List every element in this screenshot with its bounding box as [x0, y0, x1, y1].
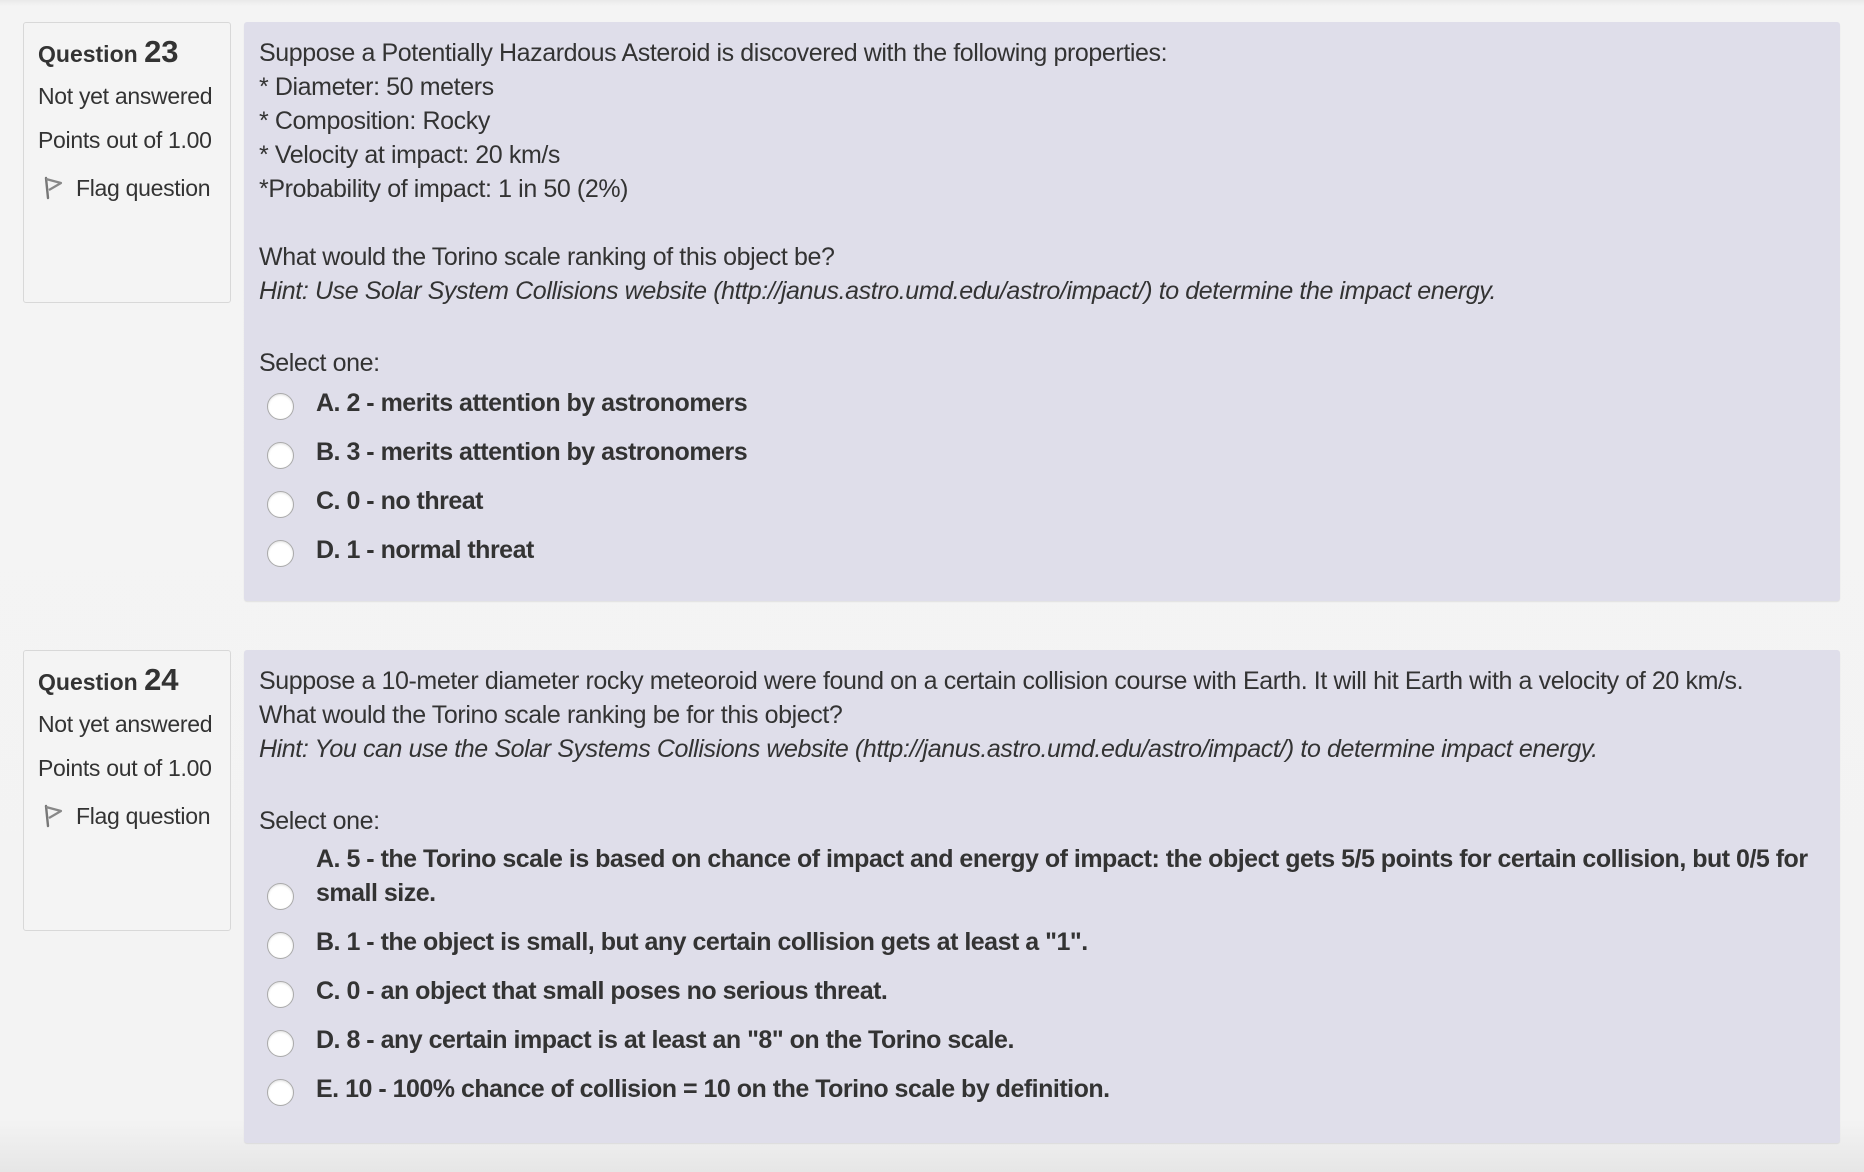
- question-grade: Points out of 1.00: [38, 127, 212, 153]
- answer-option-b[interactable]: B. 3 - merits attention by astronomers: [259, 435, 1826, 469]
- radio-button[interactable]: [267, 393, 294, 420]
- radio-button[interactable]: [267, 1079, 294, 1106]
- question-number: Question 24: [38, 663, 216, 699]
- question-grade: Points out of 1.00: [38, 755, 212, 781]
- question-text: Suppose a Potentially Hazardous Asteroid…: [259, 36, 1826, 308]
- question-text: Suppose a 10-meter diameter rocky meteor…: [259, 664, 1826, 766]
- answer-label[interactable]: C. 0 - no threat: [316, 484, 1826, 518]
- flag-question-label: Flag question: [76, 803, 211, 829]
- question-text-line: * Composition: Rocky: [259, 107, 490, 135]
- answer-label[interactable]: A. 2 - merits attention by astronomers: [316, 386, 1826, 420]
- question-number-value: 24: [144, 662, 179, 697]
- flag-question-button[interactable]: Flag question: [38, 171, 216, 205]
- question-text-line: * Velocity at impact: 20 km/s: [259, 141, 561, 169]
- question-number-value: 23: [144, 34, 179, 69]
- radio-button[interactable]: [267, 981, 294, 1008]
- select-one-label: Select one:: [259, 349, 380, 377]
- answer-label[interactable]: B. 1 - the object is small, but any cert…: [316, 925, 1826, 959]
- radio-button[interactable]: [267, 1030, 294, 1057]
- question-hint: Hint: You can use the Solar Systems Coll…: [259, 735, 1598, 763]
- answer-label[interactable]: D. 1 - normal threat: [316, 533, 1826, 567]
- answer-label[interactable]: A. 5 - the Torino scale is based on chan…: [316, 842, 1826, 910]
- question-label: Question: [38, 669, 138, 695]
- answer-option-c[interactable]: C. 0 - no threat: [259, 484, 1826, 518]
- answer-label[interactable]: E. 10 - 100% chance of collision = 10 on…: [316, 1072, 1826, 1106]
- answer-list: A. 5 - the Torino scale is based on chan…: [259, 842, 1826, 1106]
- top-edge: [0, 0, 1864, 6]
- question-text-line: * Diameter: 50 meters: [259, 73, 494, 101]
- answer-label[interactable]: B. 3 - merits attention by astronomers: [316, 435, 1826, 469]
- question-info-23: Question 23 Not yet answered Points out …: [23, 22, 231, 303]
- radio-button[interactable]: [267, 442, 294, 469]
- question-content-24: Suppose a 10-meter diameter rocky meteor…: [244, 650, 1840, 1143]
- question-info-24: Question 24 Not yet answered Points out …: [23, 650, 231, 931]
- radio-button[interactable]: [267, 540, 294, 567]
- flag-icon: [44, 176, 63, 200]
- radio-button[interactable]: [267, 491, 294, 518]
- answer-option-c[interactable]: C. 0 - an object that small poses no ser…: [259, 974, 1826, 1008]
- question-number: Question 23: [38, 35, 216, 71]
- question-text-line: Suppose a Potentially Hazardous Asteroid…: [259, 39, 1168, 67]
- question-prompt-text: Suppose a 10-meter diameter rocky meteor…: [259, 667, 1744, 729]
- answer-option-a[interactable]: A. 2 - merits attention by astronomers: [259, 386, 1826, 420]
- flag-question-label: Flag question: [76, 175, 211, 201]
- answer-option-a[interactable]: A. 5 - the Torino scale is based on chan…: [259, 842, 1826, 910]
- radio-button[interactable]: [267, 932, 294, 959]
- question-state: Not yet answered: [38, 711, 213, 737]
- answer-option-e[interactable]: E. 10 - 100% chance of collision = 10 on…: [259, 1072, 1826, 1106]
- question-state: Not yet answered: [38, 83, 213, 109]
- answer-option-d[interactable]: D. 1 - normal threat: [259, 533, 1826, 567]
- answer-label[interactable]: C. 0 - an object that small poses no ser…: [316, 974, 1826, 1008]
- question-text-line: *Probability of impact: 1 in 50 (2%): [259, 175, 629, 203]
- question-hint: Hint: Use Solar System Collisions websit…: [259, 277, 1497, 305]
- answer-option-d[interactable]: D. 8 - any certain impact is at least an…: [259, 1023, 1826, 1057]
- question-prompt-text: What would the Torino scale ranking of t…: [259, 243, 835, 271]
- question-label: Question: [38, 41, 138, 67]
- select-one-label: Select one:: [259, 807, 380, 835]
- answer-option-b[interactable]: B. 1 - the object is small, but any cert…: [259, 925, 1826, 959]
- flag-icon: [44, 804, 63, 828]
- radio-button[interactable]: [267, 883, 294, 910]
- flag-question-button[interactable]: Flag question: [38, 799, 216, 833]
- question-content-23: Suppose a Potentially Hazardous Asteroid…: [244, 22, 1840, 601]
- answer-label[interactable]: D. 8 - any certain impact is at least an…: [316, 1023, 1826, 1057]
- answer-list: A. 2 - merits attention by astronomers B…: [259, 386, 1826, 567]
